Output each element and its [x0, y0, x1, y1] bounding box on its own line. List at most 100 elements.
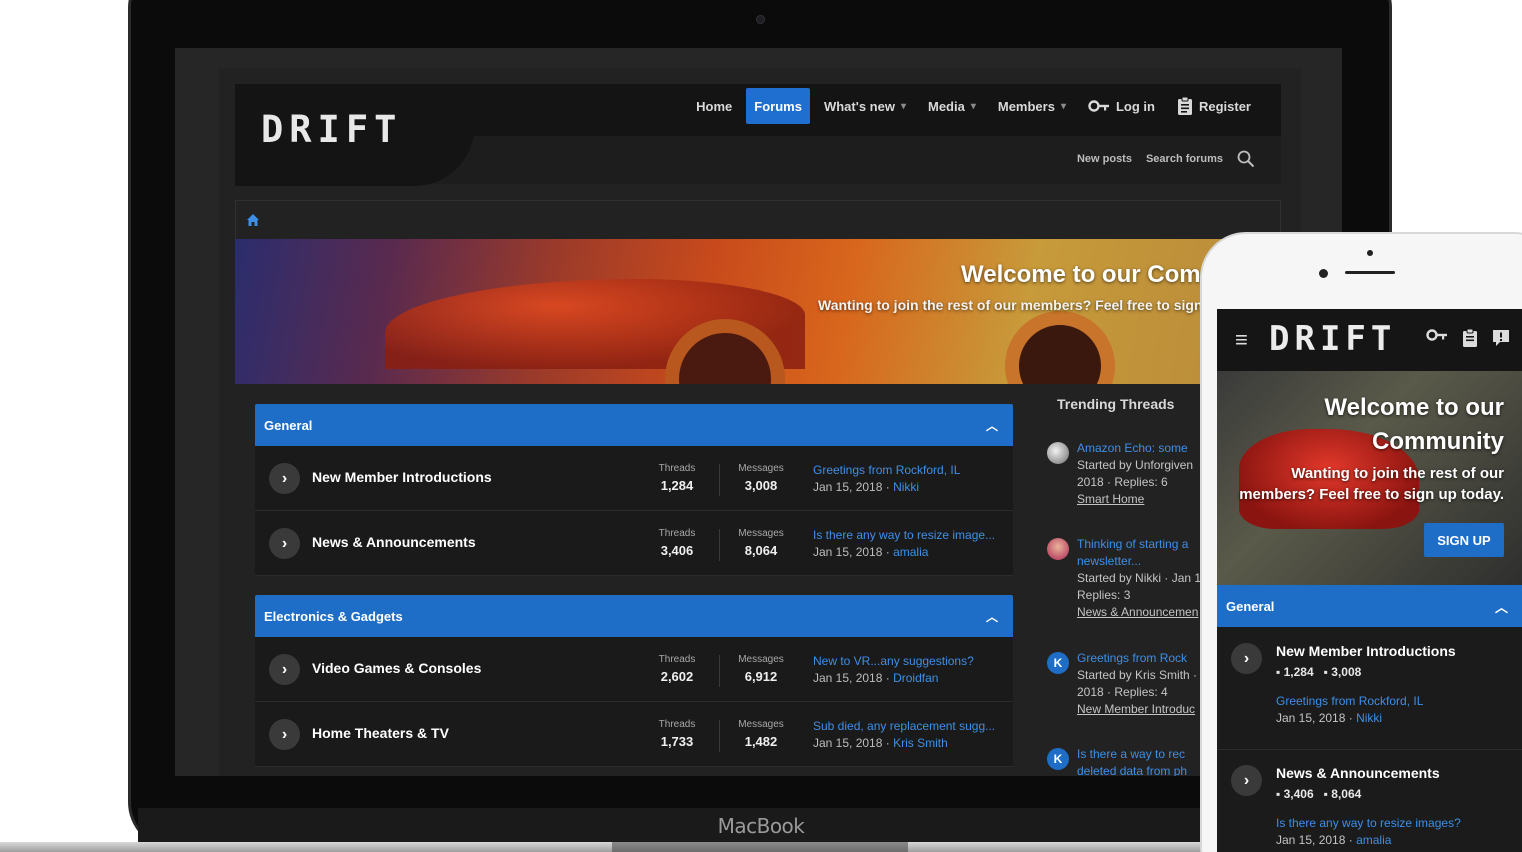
latest-thread-link[interactable]: New to VR...any suggestions? — [813, 654, 1003, 668]
mobile-forum-title[interactable]: New Member Introductions — [1276, 643, 1456, 659]
laptop-base-notch — [612, 842, 908, 852]
trending-thread-link[interactable]: Is there a way to rec deleted data from … — [1077, 746, 1217, 776]
nav-whats-new[interactable]: What's new ▾ — [816, 88, 914, 124]
trending-forum-link[interactable]: Smart Home — [1077, 491, 1217, 508]
trending-thread-link[interactable]: Amazon Echo: some — [1077, 440, 1217, 457]
mobile-category-header[interactable]: General ︿ — [1217, 585, 1522, 627]
threads-label: Threads — [658, 528, 696, 539]
trending-forum-link[interactable]: News & Announcemen — [1077, 604, 1217, 621]
forum-title[interactable]: Home Theaters & TV — [312, 725, 449, 741]
divider — [719, 720, 720, 752]
nav-forums[interactable]: Forums — [746, 88, 810, 124]
latest-user-link[interactable]: Kris Smith — [893, 736, 948, 750]
messages-count: 8,064 — [1331, 787, 1362, 801]
forum-title[interactable]: New Member Introductions — [312, 469, 492, 485]
threads-stat: Threads 1,733 — [647, 719, 707, 749]
car-wheel-shape — [1005, 311, 1115, 384]
latest-meta: Jan 15, 2018 · Nikki — [1276, 710, 1423, 727]
avatar[interactable] — [1047, 442, 1069, 464]
trending-text: Thinking of starting a newsletter... Sta… — [1077, 536, 1217, 621]
latest-user-link[interactable]: Droidfan — [893, 671, 938, 685]
phone-camera — [1319, 269, 1328, 278]
trending-thread-link[interactable]: Greetings from Rock — [1077, 650, 1217, 667]
forum-node[interactable]: › New Member Introductions Threads 1,284 … — [255, 446, 1013, 511]
latest-user-link[interactable]: amalia — [1356, 833, 1391, 847]
chevron-right-icon: › — [269, 528, 300, 559]
avatar[interactable]: K — [1047, 748, 1069, 770]
comments-icon: ▪ — [1323, 665, 1328, 679]
forum-node[interactable]: › Video Games & Consoles Threads 2,602 Me… — [255, 637, 1013, 702]
threads-stat: Threads 2,602 — [647, 654, 707, 684]
home-icon[interactable] — [246, 213, 260, 227]
category-header[interactable]: Electronics & Gadgets ︿ — [255, 595, 1013, 637]
clipboard-icon[interactable] — [1462, 329, 1478, 347]
chevron-up-icon[interactable]: ︿ — [986, 417, 998, 434]
latest-user-link[interactable]: amalia — [893, 545, 928, 559]
forum-node[interactable]: › Home Theaters & TV Threads 1,733 Messag… — [255, 702, 1013, 767]
mobile-category-title: General — [1226, 598, 1275, 614]
latest-meta: Jan 15, 2018 · amalia — [1276, 832, 1461, 849]
latest-date: Jan 15, 2018 · — [813, 736, 894, 750]
chevron-down-icon[interactable]: ▾ — [971, 101, 976, 112]
latest-date: Jan 15, 2018 · — [813, 480, 894, 494]
latest-thread-link[interactable]: Is there any way to resize images? — [1276, 815, 1461, 832]
category-header[interactable]: General ︿ — [255, 404, 1013, 446]
mobile-site: ≡ DRIFT Welcome to our Community Wanting… — [1217, 309, 1522, 852]
nav-members[interactable]: Members ▾ — [990, 88, 1074, 124]
messages-count: 3,008 — [1331, 665, 1362, 679]
avatar[interactable] — [1047, 538, 1069, 560]
comments-icon: ▪ — [1323, 787, 1328, 801]
mobile-forum-title[interactable]: News & Announcements — [1276, 765, 1440, 781]
latest-thread-link[interactable]: Greetings from Rockford, IL — [813, 463, 1003, 477]
menu-icon[interactable]: ≡ — [1235, 329, 1248, 351]
site-logo[interactable]: DRIFT — [261, 108, 402, 151]
messages-count: 8,064 — [744, 543, 778, 558]
search-icon[interactable] — [1237, 150, 1255, 168]
chevron-down-icon[interactable]: ▾ — [901, 101, 906, 112]
trending-text: Amazon Echo: some Started by Unforgiven … — [1077, 440, 1217, 508]
messages-stat: Messages 8,064 — [731, 528, 791, 558]
forum-node[interactable]: › News & Announcements Threads 3,406 Mess… — [255, 511, 1013, 576]
chevron-up-icon[interactable]: ︿ — [986, 608, 998, 625]
mobile-forum-node[interactable]: › News & Announcements ▪ 3,406 ▪ 8,064 I… — [1217, 749, 1522, 852]
trending-meta: Replies: 3 — [1077, 588, 1131, 602]
new-posts-link[interactable]: New posts — [1077, 153, 1132, 165]
messages-count: 6,912 — [744, 669, 778, 684]
comment-icon: ▪ — [1276, 787, 1281, 801]
forum-title[interactable]: Video Games & Consoles — [312, 660, 481, 676]
key-icon[interactable] — [1426, 329, 1448, 341]
nav-register-label: Register — [1198, 98, 1251, 114]
latest-user-link[interactable]: Nikki — [1356, 711, 1382, 725]
chevron-down-icon[interactable]: ▾ — [1061, 101, 1066, 112]
latest-thread-link[interactable]: Sub died, any replacement sugg... — [813, 719, 1003, 733]
search-forums-link[interactable]: Search forums — [1146, 153, 1223, 165]
mobile-header: ≡ DRIFT — [1217, 309, 1522, 371]
signup-button[interactable]: SIGN UP — [1424, 523, 1504, 557]
chevron-right-icon: › — [1231, 765, 1262, 796]
nav-media[interactable]: Media ▾ — [920, 88, 984, 124]
chevron-right-icon: › — [269, 719, 300, 750]
avatar[interactable]: K — [1047, 652, 1069, 674]
mobile-logo[interactable]: DRIFT — [1269, 319, 1396, 359]
alert-icon[interactable] — [1492, 329, 1510, 347]
nav-login[interactable]: Log in — [1080, 88, 1163, 124]
chevron-right-icon: › — [269, 463, 300, 494]
key-icon — [1088, 100, 1109, 112]
device-mockup: DRIFT Home Forums What's new ▾ Media ▾ Mem… — [0, 0, 1522, 852]
threads-count: 3,406 — [1283, 787, 1314, 801]
latest-thread-link[interactable]: Is there any way to resize image... — [813, 528, 1003, 542]
latest-thread-link[interactable]: Greetings from Rockford, IL — [1276, 693, 1423, 710]
nav-home[interactable]: Home — [688, 88, 740, 124]
mobile-latest-post: Is there any way to resize images? Jan 1… — [1276, 815, 1461, 849]
messages-stat: Messages 3,008 — [731, 463, 791, 493]
mobile-forum-node[interactable]: › New Member Introductions ▪ 1,284 ▪ 3,0… — [1217, 627, 1522, 749]
threads-count: 1,284 — [660, 478, 694, 493]
divider — [719, 464, 720, 496]
trending-forum-link[interactable]: New Member Introduc — [1077, 701, 1217, 718]
latest-user-link[interactable]: Nikki — [893, 480, 919, 494]
latest-post: Is there any way to resize image... Jan … — [813, 528, 1003, 559]
trending-thread-link[interactable]: Thinking of starting a newsletter... — [1077, 536, 1217, 570]
chevron-up-icon[interactable]: ︿ — [1495, 597, 1508, 616]
forum-title[interactable]: News & Announcements — [312, 534, 476, 550]
nav-register[interactable]: Register — [1169, 88, 1259, 124]
